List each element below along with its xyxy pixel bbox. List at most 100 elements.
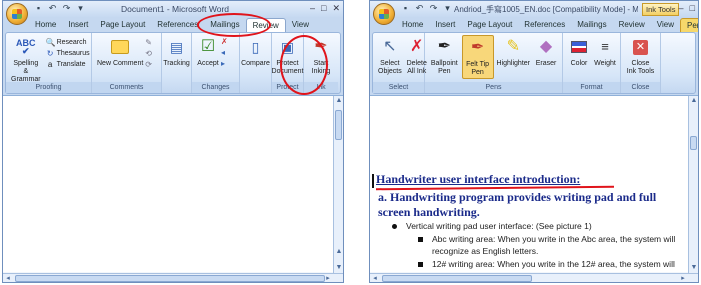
- tab-view[interactable]: View: [651, 18, 680, 32]
- new-comment-button[interactable]: New Comment: [95, 35, 145, 69]
- weight-button[interactable]: ≡ Weight: [592, 35, 618, 69]
- ballpoint-pen-icon: ✒: [437, 38, 452, 55]
- minimize-icon[interactable]: –: [679, 3, 684, 13]
- reject-icon[interactable]: ✗: [221, 37, 228, 46]
- group-label-proofing: Proofing: [6, 82, 91, 93]
- translate-icon: a: [47, 59, 53, 69]
- doc-sub-bullet-2: 12# writing area: When you write in the …: [432, 259, 675, 269]
- comment-icon: [109, 36, 131, 58]
- thesaurus-button[interactable]: ↻ Thesaurus: [46, 48, 90, 58]
- vertical-scrollbar[interactable]: ▲ ▼: [688, 96, 698, 273]
- group-close: ✕ Close Ink Tools Close: [621, 33, 661, 93]
- office-button[interactable]: [6, 3, 28, 25]
- group-label-select: Select: [373, 82, 424, 93]
- ribbon-tabs: Home Insert Page Layout References Maili…: [370, 18, 698, 32]
- pointer-icon: ↖: [383, 38, 397, 55]
- office-button[interactable]: [373, 3, 395, 25]
- tab-home[interactable]: Home: [396, 18, 429, 32]
- next-change-icon[interactable]: ▸: [221, 59, 228, 68]
- scroll-left-icon[interactable]: ◂: [3, 274, 13, 282]
- customize-icon[interactable]: ▾: [75, 3, 86, 14]
- color-button[interactable]: Color: [566, 35, 592, 69]
- track-changes-icon: ▤: [169, 39, 184, 55]
- compare-icon: ▯: [251, 39, 260, 55]
- vertical-scrollbar[interactable]: ▲ ▲ ▼: [333, 96, 343, 273]
- group-changes: ☑ Accept ✗ ◂ ▸ Changes: [192, 33, 240, 93]
- tab-references[interactable]: References: [518, 18, 571, 32]
- tab-insert[interactable]: Insert: [62, 18, 94, 32]
- scroll-down-icon[interactable]: ▼: [334, 263, 343, 273]
- scroll-right-icon[interactable]: ▸: [323, 274, 333, 282]
- undo-icon[interactable]: ↶: [414, 3, 425, 14]
- tab-view[interactable]: View: [286, 18, 315, 32]
- ink-tools-contextual-label: Ink Tools: [642, 3, 680, 16]
- eraser-button[interactable]: ◆ Eraser: [533, 35, 559, 79]
- felt-tip-pen-button[interactable]: ✒ Felt Tip Pen: [461, 35, 494, 79]
- scroll-up-icon[interactable]: ▲: [689, 96, 698, 106]
- previous-comment-icon[interactable]: ⟲: [145, 49, 152, 58]
- compare-button[interactable]: ▯ Compare: [241, 35, 270, 69]
- translate-button[interactable]: a Translate: [46, 59, 90, 69]
- horizontal-scrollbar[interactable]: ◂ ▸: [370, 273, 698, 282]
- tracking-button[interactable]: ▤ Tracking: [163, 35, 190, 69]
- minimize-icon[interactable]: –: [310, 3, 315, 14]
- scroll-right-icon[interactable]: ▸: [678, 274, 688, 282]
- tab-page-layout[interactable]: Page Layout: [461, 18, 518, 32]
- close-icon[interactable]: ✕: [332, 3, 340, 14]
- document-area[interactable]: Handwriter user interface introduction: …: [370, 95, 698, 282]
- accept-change-icon: ☑: [200, 38, 216, 55]
- customize-icon[interactable]: ▾: [442, 3, 453, 14]
- spelling-grammar-button[interactable]: ABC ✔ Spelling & Grammar: [9, 35, 43, 85]
- felt-tip-pen-icon: ✒: [470, 39, 485, 56]
- ballpoint-pen-button[interactable]: ✒ Ballpoint Pen: [428, 35, 461, 79]
- group-label-changes: Changes: [192, 82, 239, 93]
- window-title: Document1 - Microsoft Word: [121, 4, 230, 14]
- tab-home[interactable]: Home: [29, 18, 62, 32]
- document-page[interactable]: Handwriter user interface introduction: …: [370, 96, 688, 272]
- word-window-ink-tools: ▪ ↶ ↷ ▾ Andriod_手寫1005_EN.doc [Compatibi…: [369, 0, 699, 283]
- window-controls: – □ ✕: [310, 3, 340, 14]
- highlighter-button[interactable]: ✎ Highlighter: [495, 35, 532, 79]
- highlighter-icon: ✎: [506, 38, 520, 55]
- scroll-thumb[interactable]: [690, 136, 697, 150]
- previous-page-icon[interactable]: ▲: [334, 247, 343, 257]
- tab-review[interactable]: Review: [613, 18, 651, 32]
- line-weight-icon: ≡: [601, 39, 609, 54]
- tab-pens[interactable]: Pens: [680, 18, 698, 32]
- h-scroll-thumb[interactable]: [15, 275, 325, 282]
- h-scroll-thumb[interactable]: [382, 275, 532, 282]
- window-title: Andriod_手寫1005_EN.doc [Compatibility Mod…: [454, 5, 638, 14]
- title-bar: ▪ ↶ ↷ ▾ Document1 - Microsoft Word – □ ✕: [3, 1, 343, 17]
- scroll-down-icon[interactable]: ▼: [689, 263, 698, 273]
- delete-comment-icon[interactable]: ✎: [145, 38, 152, 47]
- group-tracking: ▤ Tracking: [162, 33, 192, 93]
- save-icon[interactable]: ▪: [33, 3, 44, 14]
- scroll-left-icon[interactable]: ◂: [370, 274, 380, 282]
- save-icon[interactable]: ▪: [400, 3, 411, 14]
- bullet-point: [392, 224, 397, 229]
- redo-icon[interactable]: ↷: [428, 3, 439, 14]
- accept-button[interactable]: ☑ Accept: [195, 35, 221, 69]
- next-comment-icon[interactable]: ⟳: [145, 60, 152, 69]
- scroll-thumb[interactable]: [335, 110, 342, 140]
- close-ink-tools-button[interactable]: ✕ Close Ink Tools: [624, 35, 657, 77]
- research-button[interactable]: 🔍 Research: [46, 37, 90, 47]
- annotation-circle-start-inking: [280, 35, 328, 95]
- horizontal-scrollbar[interactable]: ◂ ▸: [3, 273, 343, 282]
- window-controls: – □: [679, 3, 695, 13]
- quick-access-toolbar: ▪ ↶ ↷ ▾: [400, 3, 453, 14]
- tab-page-layout[interactable]: Page Layout: [94, 18, 151, 32]
- doc-heading: Handwriter user interface introduction:: [376, 172, 581, 186]
- previous-change-icon[interactable]: ◂: [221, 48, 228, 57]
- maximize-icon[interactable]: □: [321, 3, 326, 14]
- tab-mailings[interactable]: Mailings: [571, 18, 612, 32]
- maximize-icon[interactable]: □: [690, 3, 695, 13]
- document-area[interactable]: ▲ ▲ ▼ ◂ ▸: [3, 95, 343, 282]
- undo-icon[interactable]: ↶: [47, 3, 58, 14]
- select-objects-button[interactable]: ↖ Select Objects: [376, 35, 404, 77]
- redo-icon[interactable]: ↷: [61, 3, 72, 14]
- document-page[interactable]: [3, 96, 333, 272]
- scroll-up-icon[interactable]: ▲: [334, 96, 343, 106]
- group-pens: ✒ Ballpoint Pen ✒ Felt Tip Pen ✎ Highlig…: [425, 33, 563, 93]
- tab-insert[interactable]: Insert: [429, 18, 461, 32]
